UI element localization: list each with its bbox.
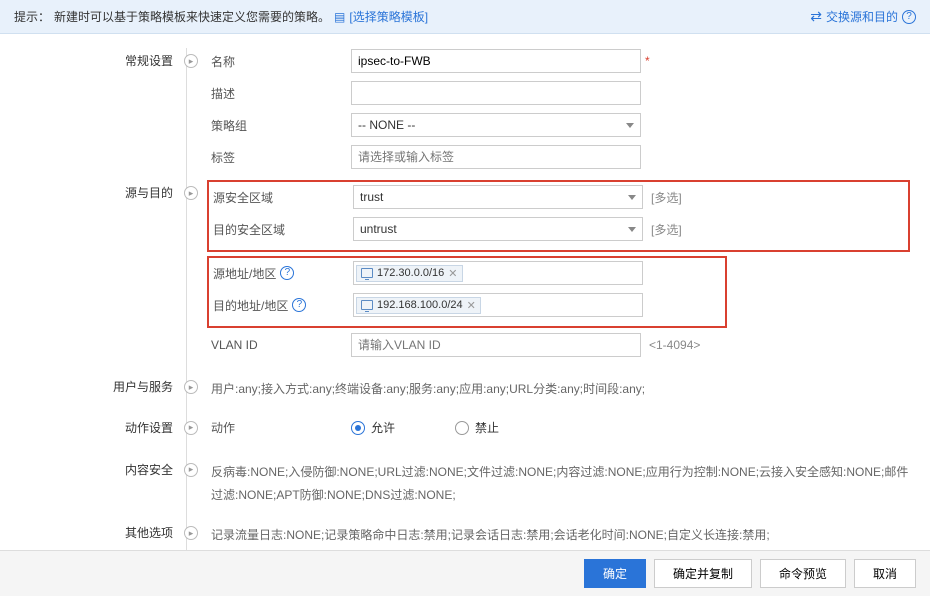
vlan-hint: <1-4094>	[649, 338, 700, 352]
dstzone-multi[interactable]: [多选]	[651, 221, 682, 238]
chevron-right-icon[interactable]: ▸	[184, 421, 198, 435]
swap-link[interactable]: 交换源和目的	[826, 8, 898, 25]
help-icon[interactable]: ?	[902, 10, 916, 24]
select-template-link[interactable]: [选择策略模板]	[349, 8, 428, 25]
desc-label: 描述	[211, 85, 351, 102]
usersvc-summary: 用户:any;接入方式:any;终端设备:any;服务:any;应用:any;U…	[211, 374, 910, 405]
zone-highlight: 源安全区域 trust [多选] 目的安全区域 untrust [多选]	[207, 180, 910, 252]
footer: 确定 确定并复制 命令预览 取消	[0, 550, 930, 596]
srczone-select[interactable]: trust	[353, 185, 643, 209]
srcaddr-label: 源地址/地区?	[213, 265, 353, 282]
section-srcdst: 源与目的 ▸	[20, 180, 185, 201]
monitor-icon	[361, 268, 373, 278]
tip-bar: 提示： 新建时可以基于策略模板来快速定义您需要的策略。 ▤ [选择策略模板] ⇄…	[0, 0, 930, 34]
vlan-label: VLAN ID	[211, 338, 351, 352]
tip-prefix: 提示：	[14, 8, 50, 25]
tip-text: 新建时可以基于策略模板来快速定义您需要的策略。	[54, 8, 330, 25]
vlan-input[interactable]	[351, 333, 641, 357]
radio-icon	[351, 421, 365, 435]
srcaddr-input[interactable]: 172.30.0.0/16 ✕	[353, 261, 643, 285]
name-input[interactable]	[351, 49, 641, 73]
policygroup-select[interactable]: -- NONE --	[351, 113, 641, 137]
content-summary: 反病毒:NONE;入侵防御:NONE;URL过滤:NONE;文件过滤:NONE;…	[211, 457, 910, 511]
section-other: 其他选项 ▸	[20, 520, 185, 541]
dstaddr-input[interactable]: 192.168.100.0/24 ✕	[353, 293, 643, 317]
dstaddr-tag[interactable]: 192.168.100.0/24 ✕	[356, 297, 481, 314]
monitor-icon	[361, 300, 373, 310]
close-icon[interactable]: ✕	[448, 267, 457, 280]
action-label: 动作	[211, 419, 351, 436]
policygroup-label: 策略组	[211, 117, 351, 134]
chevron-right-icon[interactable]: ▸	[184, 380, 198, 394]
radio-icon	[455, 421, 469, 435]
close-icon[interactable]: ✕	[467, 299, 476, 312]
section-action: 动作设置 ▸	[20, 415, 185, 436]
dstzone-label: 目的安全区域	[213, 221, 353, 238]
chevron-right-icon[interactable]: ▸	[184, 463, 198, 477]
swap-icon[interactable]: ⇄	[810, 8, 822, 25]
timeline	[186, 48, 187, 555]
radio-deny[interactable]: 禁止	[455, 419, 499, 436]
help-icon[interactable]: ?	[280, 266, 294, 280]
section-general: 常规设置 ▸	[20, 48, 185, 69]
tag-input[interactable]	[351, 145, 641, 169]
srczone-multi[interactable]: [多选]	[651, 189, 682, 206]
section-usersvc: 用户与服务 ▸	[20, 374, 185, 395]
srczone-label: 源安全区域	[213, 189, 353, 206]
dstzone-select[interactable]: untrust	[353, 217, 643, 241]
addr-highlight: 源地址/地区? 172.30.0.0/16 ✕	[207, 256, 727, 328]
name-label: 名称	[211, 53, 351, 70]
other-summary: 记录流量日志:NONE;记录策略命中日志:禁用;记录会话日志:禁用;会话老化时间…	[211, 520, 910, 551]
desc-input[interactable]	[351, 81, 641, 105]
srcaddr-tag[interactable]: 172.30.0.0/16 ✕	[356, 265, 463, 282]
chevron-down-icon[interactable]: ▸	[184, 54, 198, 68]
doc-icon: ▤	[334, 10, 345, 24]
section-content: 内容安全 ▸	[20, 457, 185, 478]
ok-copy-button[interactable]: 确定并复制	[654, 559, 752, 588]
cancel-button[interactable]: 取消	[854, 559, 916, 588]
preview-button[interactable]: 命令预览	[760, 559, 846, 588]
tag-label: 标签	[211, 149, 351, 166]
radio-allow[interactable]: 允许	[351, 419, 395, 436]
ok-button[interactable]: 确定	[584, 559, 646, 588]
dstaddr-label: 目的地址/地区?	[213, 297, 353, 314]
chevron-down-icon[interactable]: ▸	[184, 186, 198, 200]
required-star: *	[645, 54, 650, 68]
help-icon[interactable]: ?	[292, 298, 306, 312]
